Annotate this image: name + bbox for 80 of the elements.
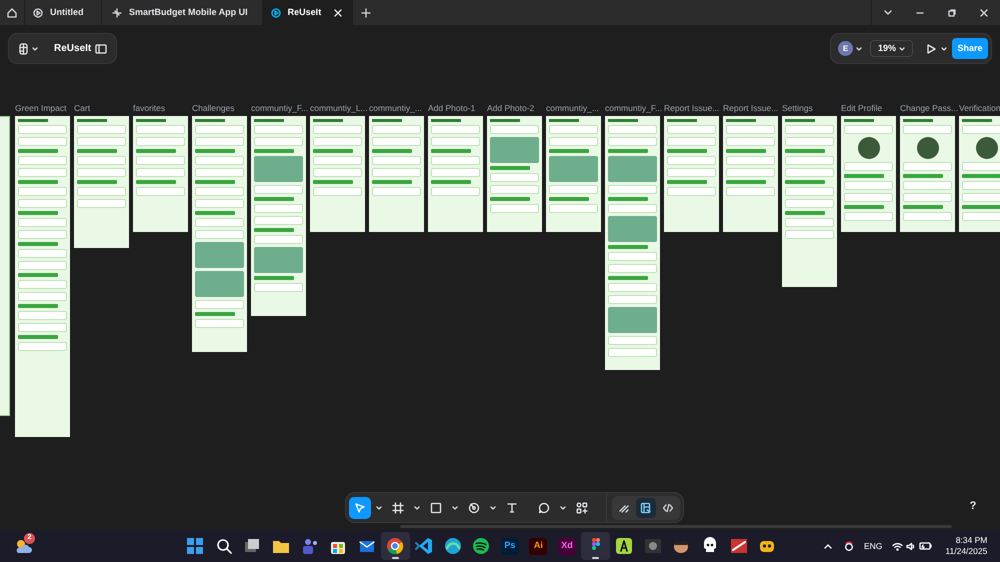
- code-icon: [662, 502, 674, 514]
- cursor-icon: [354, 502, 366, 514]
- hash-icon: [392, 502, 404, 514]
- frame-label: Edit Profile: [841, 102, 882, 115]
- chevron-down-icon: [884, 8, 892, 16]
- main-menu-button[interactable]: [19, 42, 38, 54]
- frame-label: Cart: [74, 102, 90, 115]
- frame-label: communtiy_L...: [310, 102, 368, 115]
- frame-label: communtiy_...: [369, 102, 422, 115]
- frame-label: Challenges: [192, 102, 235, 115]
- game-cover-icon: [642, 536, 663, 556]
- round-browser-icon: [385, 536, 406, 556]
- quick-settings-button[interactable]: [892, 542, 932, 550]
- frame-label: communtiy_F...: [605, 102, 662, 115]
- square-icon: [430, 502, 442, 514]
- frame-label: Report Issue...: [664, 102, 720, 115]
- plus-icon: [361, 8, 372, 18]
- text-icon: [506, 502, 518, 514]
- clock[interactable]: 8:34 PM 11/24/2025: [945, 535, 988, 557]
- frame-label: Settings: [782, 102, 813, 115]
- chevron-down-icon: [32, 46, 38, 50]
- wifi-icon: [892, 542, 904, 550]
- ribbon-code-icon: [414, 536, 434, 556]
- chevron-down-icon: [414, 506, 420, 510]
- speech-bubble-icon: [538, 502, 550, 514]
- windows-grid-icon: [185, 536, 206, 556]
- chevron-down-icon: [899, 46, 905, 50]
- crosshair-icon: [112, 8, 122, 18]
- sound-bars-icon: [471, 536, 492, 556]
- frame-label: favorites: [133, 102, 166, 115]
- language-indicator[interactable]: ENG: [862, 540, 884, 552]
- sidebar-toggle-button[interactable]: [95, 44, 108, 54]
- home-icon: [7, 8, 17, 18]
- taskbar-app-button[interactable]: Ai: [524, 532, 553, 560]
- wave-circle-icon: [442, 536, 463, 556]
- play-icon: [927, 44, 936, 54]
- taskbar-app-button[interactable]: [581, 532, 610, 560]
- taskbar-app-button[interactable]: [381, 532, 410, 560]
- frame-label: Verification: [959, 102, 1000, 115]
- play-circle-icon: [33, 8, 43, 18]
- taskbar-app-button[interactable]: Ps: [496, 532, 524, 560]
- design-mode-button[interactable]: [636, 498, 656, 518]
- shapes-plus-icon: [576, 502, 588, 514]
- frame-label: communtiy_...: [546, 102, 599, 115]
- move-tool-button[interactable]: [349, 496, 371, 518]
- chevron-down-icon: [490, 506, 496, 510]
- chevron-up-icon: [824, 543, 832, 549]
- pen-icon: [468, 502, 480, 514]
- close-tab-button[interactable]: [334, 8, 342, 16]
- letter-tile-icon: [614, 536, 634, 556]
- ring-icon: [844, 541, 854, 551]
- restore-icon: [948, 8, 956, 16]
- frame-label: Add Photo-1: [428, 102, 476, 115]
- frame-label: Green Impact: [15, 102, 66, 115]
- chevron-down-icon: [941, 46, 947, 50]
- game-cover-icon: [728, 536, 749, 556]
- present-button[interactable]: [927, 44, 947, 54]
- chevron-down-icon: [856, 46, 862, 50]
- chevron-down-icon: [560, 506, 566, 510]
- help-button[interactable]: ?: [966, 498, 980, 512]
- file-title: ReUseIt: [54, 42, 92, 56]
- frame-label: communtiy_F...: [251, 102, 308, 115]
- battery-icon: [919, 542, 932, 550]
- close-icon: [980, 8, 988, 16]
- frame-label: Report Issue...: [723, 102, 778, 115]
- file-tab[interactable]: ReUseIt: [262, 0, 354, 25]
- frame-label: Change Pass...: [900, 102, 958, 115]
- chevron-down-icon: [376, 506, 382, 510]
- taskbar-app-button[interactable]: Xd: [552, 532, 582, 560]
- frame-label: Add Photo-2: [487, 102, 534, 115]
- close-icon: [334, 8, 342, 16]
- avatar-menu-button[interactable]: E: [838, 41, 862, 56]
- logo-icon: [19, 42, 28, 54]
- play-circle-icon: [270, 8, 281, 18]
- user-avatar: E: [838, 41, 853, 56]
- speaker-icon: [906, 542, 916, 550]
- chevron-down-icon: [452, 506, 458, 510]
- sidebar-icon: [95, 44, 108, 54]
- zoom-dropdown[interactable]: 19%: [870, 40, 913, 57]
- layout-cursor-icon: [640, 502, 652, 514]
